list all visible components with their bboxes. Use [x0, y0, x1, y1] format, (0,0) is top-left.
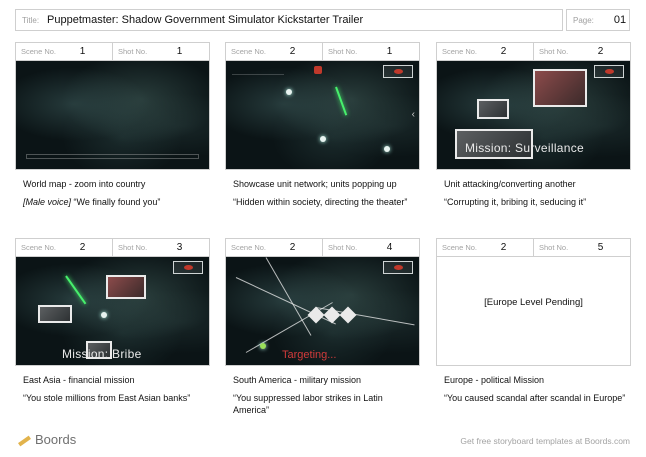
storyboard-panel-1: Scene No. 1 Shot No. 1 World map - zoom in…	[15, 42, 210, 208]
hud-panel	[594, 65, 624, 78]
scene-number[interactable]: 2	[484, 46, 523, 57]
eye-icon	[394, 265, 403, 270]
dialogue-text: “You caused scandal after scandal in Eur…	[444, 393, 626, 403]
storyboard-title[interactable]: Puppetmaster: Shadow Government Simulato…	[47, 14, 363, 26]
hud-panel	[383, 65, 413, 78]
footer-link[interactable]: Get free storyboard templates at Boords.…	[460, 436, 630, 446]
panel-meta: Scene No. 2 Shot No. 5	[436, 238, 631, 256]
frame-image[interactable]: Mission: Bribe	[15, 256, 210, 366]
shot-number[interactable]: 2	[581, 46, 620, 57]
mission-overlay: Mission: Surveillance	[465, 141, 585, 155]
shot-number[interactable]: 4	[370, 242, 409, 253]
shot-label: Shot No.	[328, 47, 358, 56]
scene-number[interactable]: 1	[63, 46, 102, 57]
dialogue-text: “You stole millions from East Asian bank…	[23, 393, 191, 403]
title-field: Title: Puppetmaster: Shadow Government S…	[15, 9, 563, 31]
action-text: World map - zoom into country	[23, 179, 146, 189]
scene-number[interactable]: 2	[63, 242, 102, 253]
frame-image[interactable]: Mission: Surveillance	[436, 60, 631, 170]
scene-number[interactable]: 2	[484, 242, 523, 253]
panel-description[interactable]: World map - zoom into country [Male voic…	[23, 178, 206, 208]
storyboard-panel-6: Scene No. 2 Shot No. 5 [Europe Level Pendi…	[436, 238, 631, 404]
scene-label: Scene No.	[442, 47, 478, 56]
chevron-right-icon: ‹	[411, 109, 415, 120]
storyboard-panel-4: Scene No. 2 Shot No. 3 Mission: Bribe East…	[15, 238, 210, 404]
brand-name: Boords	[35, 432, 77, 447]
shot-label: Shot No.	[328, 243, 358, 252]
network-node-icon	[286, 89, 292, 95]
unit-photo	[106, 275, 146, 299]
storyboard-panel-5: Scene No. 2 Shot No. 4 Targeting... South …	[225, 238, 420, 416]
panel-description[interactable]: East Asia - financial mission “You stole…	[23, 374, 206, 404]
unit-photo	[477, 99, 509, 119]
scene-label: Scene No.	[231, 243, 267, 252]
boords-logo[interactable]: Boords	[17, 432, 76, 447]
panel-meta: Scene No. 1 Shot No. 1	[15, 42, 210, 60]
shot-number[interactable]: 1	[160, 46, 199, 57]
page-label: Page:	[573, 15, 594, 25]
shot-label: Shot No.	[539, 47, 569, 56]
panel-description[interactable]: Showcase unit network; units popping up …	[233, 178, 416, 208]
world-map	[16, 61, 209, 169]
frame-image[interactable]: ‹	[225, 60, 420, 170]
target-pin-icon	[314, 66, 322, 74]
hud-panel	[173, 261, 203, 274]
panel-description[interactable]: Europe - political Mission “You caused s…	[444, 374, 627, 404]
unit-photo	[533, 69, 587, 107]
action-text: South America - military mission	[233, 375, 362, 385]
unit-photo	[38, 305, 72, 323]
shot-label: Shot No.	[539, 243, 569, 252]
page-field: Page: 01	[566, 9, 630, 31]
dialogue-text: “You suppressed labor strikes in Latin A…	[233, 393, 383, 415]
frame-image[interactable]: [Europe Level Pending]	[436, 256, 631, 366]
voice-note: [Male voice]	[23, 197, 72, 207]
eye-icon	[394, 69, 403, 74]
pending-note: [Europe Level Pending]	[484, 297, 583, 308]
panel-description[interactable]: Unit attacking/converting another “Corru…	[444, 178, 627, 208]
action-text: Showcase unit network; units popping up	[233, 179, 397, 189]
network-node-icon	[101, 312, 107, 318]
hud-panel	[383, 261, 413, 274]
scene-number[interactable]: 2	[273, 242, 312, 253]
network-node-icon	[260, 343, 266, 349]
scene-label: Scene No.	[21, 47, 57, 56]
action-text: Europe - political Mission	[444, 375, 545, 385]
panel-meta: Scene No. 2 Shot No. 2	[436, 42, 631, 60]
hud-bar	[232, 65, 284, 75]
scene-label: Scene No.	[231, 47, 267, 56]
title-label: Title:	[22, 15, 40, 25]
shot-number[interactable]: 1	[370, 46, 409, 57]
panel-meta: Scene No. 2 Shot No. 3	[15, 238, 210, 256]
pencil-logo-icon	[17, 434, 31, 446]
storyboard-panel-2: Scene No. 2 Shot No. 1 ‹ Showcase unit net…	[225, 42, 420, 208]
network-node-icon	[320, 136, 326, 142]
panel-meta: Scene No. 2 Shot No. 1	[225, 42, 420, 60]
targeting-overlay: Targeting...	[282, 349, 337, 361]
shot-number[interactable]: 5	[581, 242, 620, 253]
network-node-icon	[384, 146, 390, 152]
eye-icon	[605, 69, 614, 74]
video-progress-bar	[26, 154, 199, 159]
dialogue-text: “Hidden within society, directing the th…	[233, 197, 408, 207]
shot-number[interactable]: 3	[160, 242, 199, 253]
shot-label: Shot No.	[118, 243, 148, 252]
dialogue-text: “We finally found you”	[73, 197, 161, 207]
scene-label: Scene No.	[442, 243, 478, 252]
page-number[interactable]: 01	[614, 14, 626, 26]
action-text: East Asia - financial mission	[23, 375, 135, 385]
storyboard-panel-3: Scene No. 2 Shot No. 2 Mission: Surveillan…	[436, 42, 631, 208]
eye-icon	[184, 265, 193, 270]
panel-description[interactable]: South America - military mission “You su…	[233, 374, 416, 416]
dialogue-text: “Corrupting it, bribing it, seducing it”	[444, 197, 587, 207]
shot-label: Shot No.	[118, 47, 148, 56]
panel-meta: Scene No. 2 Shot No. 4	[225, 238, 420, 256]
mission-overlay: Mission: Bribe	[62, 347, 142, 361]
frame-image[interactable]: Targeting...	[225, 256, 420, 366]
scene-number[interactable]: 2	[273, 46, 312, 57]
frame-image[interactable]	[15, 60, 210, 170]
scene-label: Scene No.	[21, 243, 57, 252]
action-text: Unit attacking/converting another	[444, 179, 576, 189]
